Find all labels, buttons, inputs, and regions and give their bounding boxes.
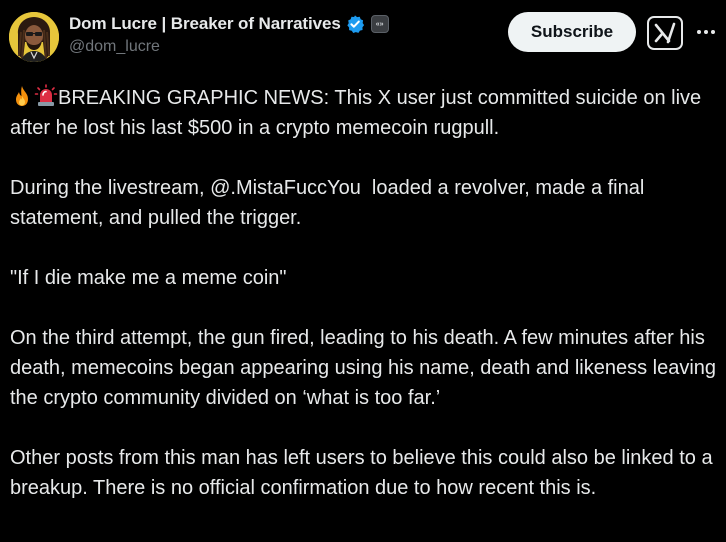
- more-options-icon[interactable]: [695, 22, 717, 42]
- tweet-paragraph: During the livestream, @.MistaFuccYou lo…: [10, 177, 650, 229]
- tweet-paragraph: BREAKING GRAPHIC NEWS: This X user just …: [10, 83, 720, 143]
- tweet-paragraph: On the third attempt, the gun fired, lea…: [10, 327, 722, 409]
- subscribe-button[interactable]: Subscribe: [508, 12, 636, 52]
- author-display-name[interactable]: Dom Lucre | Breaker of Narratives: [69, 14, 341, 34]
- fire-emoji: [10, 84, 34, 108]
- grok-icon[interactable]: [647, 16, 683, 50]
- police-light-emoji: [34, 84, 58, 108]
- tweet-paragraph: "If I die make me a meme coin": [10, 267, 287, 289]
- avatar[interactable]: [9, 12, 59, 62]
- author-name-row: Dom Lucre | Breaker of Narratives «»: [69, 13, 389, 35]
- affiliate-badge-icon[interactable]: «»: [370, 15, 389, 33]
- verified-badge-icon[interactable]: [345, 14, 365, 34]
- tweet-paragraph-text: BREAKING GRAPHIC NEWS: This X user just …: [10, 87, 707, 139]
- tweet-paragraph: Other posts from this man has left users…: [10, 447, 719, 499]
- tweet-header: Dom Lucre | Breaker of Narratives «» @do…: [0, 0, 726, 74]
- author-handle[interactable]: @dom_lucre: [69, 38, 160, 56]
- tweet-text: BREAKING GRAPHIC NEWS: This X user just …: [10, 83, 720, 503]
